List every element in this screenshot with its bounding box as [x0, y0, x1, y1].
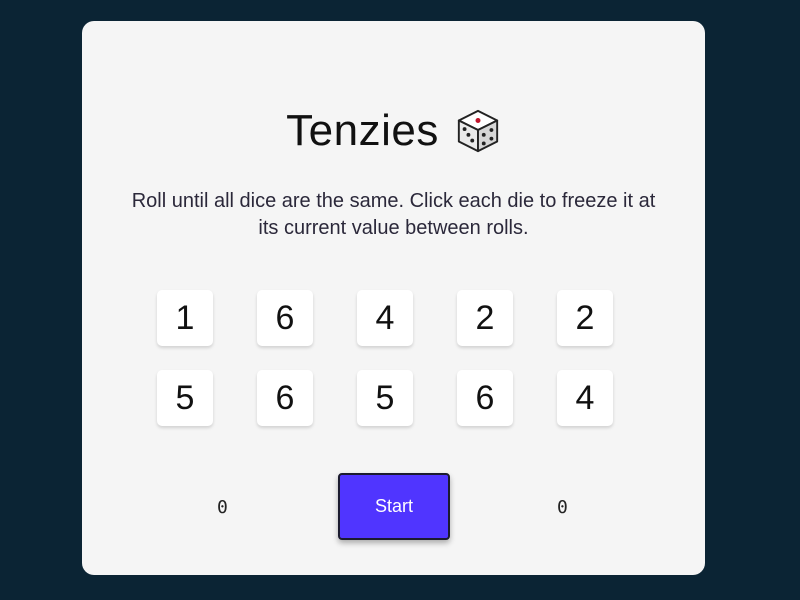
left-counter: 0 [217, 497, 228, 518]
dice-icon [457, 109, 498, 153]
title-row: Tenzies [82, 103, 705, 159]
die-5[interactable]: 2 [557, 290, 613, 346]
die-9[interactable]: 6 [457, 370, 513, 426]
die-10[interactable]: 4 [557, 370, 613, 426]
game-title: Tenzies [286, 106, 439, 155]
die-6[interactable]: 5 [157, 370, 213, 426]
start-button[interactable]: Start [338, 473, 450, 540]
die-8[interactable]: 5 [357, 370, 413, 426]
die-7[interactable]: 6 [257, 370, 313, 426]
die-4[interactable]: 2 [457, 290, 513, 346]
instructions-text: Roll until all dice are the same. Click … [131, 190, 656, 239]
dice-grid: 1 6 4 2 2 5 6 5 6 4 [157, 290, 613, 426]
right-counter: 0 [557, 497, 568, 518]
die-3[interactable]: 4 [357, 290, 413, 346]
die-2[interactable]: 6 [257, 290, 313, 346]
game-card: Tenzies Roll until all dice are the same… [82, 21, 705, 575]
die-1[interactable]: 1 [157, 290, 213, 346]
